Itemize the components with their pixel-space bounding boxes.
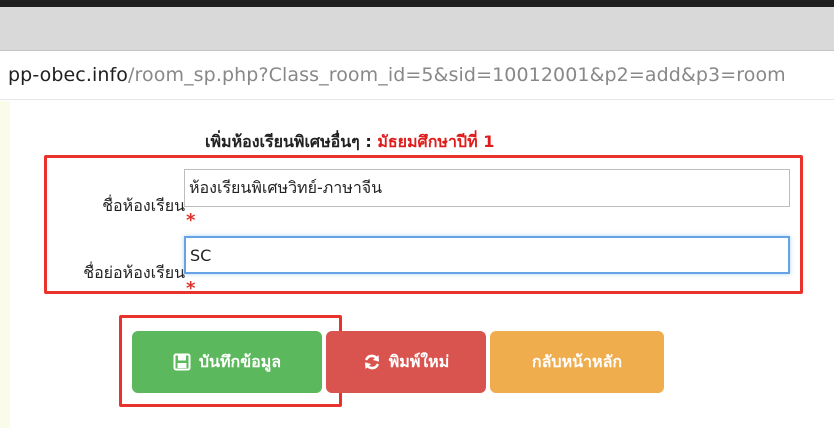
back-home-button[interactable]: กลับหน้าหลัก bbox=[490, 331, 664, 393]
save-button-label: บันทึกข้อมูล bbox=[198, 351, 282, 371]
url-text[interactable]: pp-obec.info/room_sp.php?Class_room_id=5… bbox=[8, 64, 786, 86]
room-name-label: ชื่อห้องเรียน bbox=[102, 196, 185, 215]
window-frame-top bbox=[0, 0, 834, 7]
url-host: pp-obec.info bbox=[8, 64, 129, 86]
form-heading-text: เพิ่มห้องเรียนพิเศษอื่นๆ : bbox=[205, 132, 378, 151]
form-heading-level: มัธยมศึกษาปีที่ 1 bbox=[377, 132, 495, 151]
url-path: /room_sp.php?Class_room_id=5&sid=1001200… bbox=[128, 64, 786, 86]
room-short-name-input[interactable] bbox=[184, 236, 790, 274]
back-home-button-label: กลับหน้าหลัก bbox=[531, 351, 623, 371]
room-short-name-label: ชื่อย่อห้องเรียน bbox=[83, 263, 185, 282]
left-page-margin bbox=[0, 101, 10, 428]
floppy-disk-icon bbox=[173, 353, 191, 371]
browser-toolbar bbox=[0, 7, 834, 51]
reset-button[interactable]: พิมพ์ใหม่ bbox=[326, 331, 486, 393]
room-short-name-required-mark: * bbox=[186, 278, 196, 299]
address-bar[interactable]: pp-obec.info/room_sp.php?Class_room_id=5… bbox=[0, 52, 834, 100]
room-name-input[interactable] bbox=[184, 169, 790, 207]
save-button[interactable]: บันทึกข้อมูล bbox=[132, 331, 322, 393]
form-heading: เพิ่มห้องเรียนพิเศษอื่นๆ : มัธยมศึกษาปีท… bbox=[205, 130, 494, 155]
refresh-icon bbox=[363, 353, 381, 371]
reset-button-label: พิมพ์ใหม่ bbox=[388, 351, 450, 371]
room-name-required-mark: * bbox=[186, 210, 196, 231]
